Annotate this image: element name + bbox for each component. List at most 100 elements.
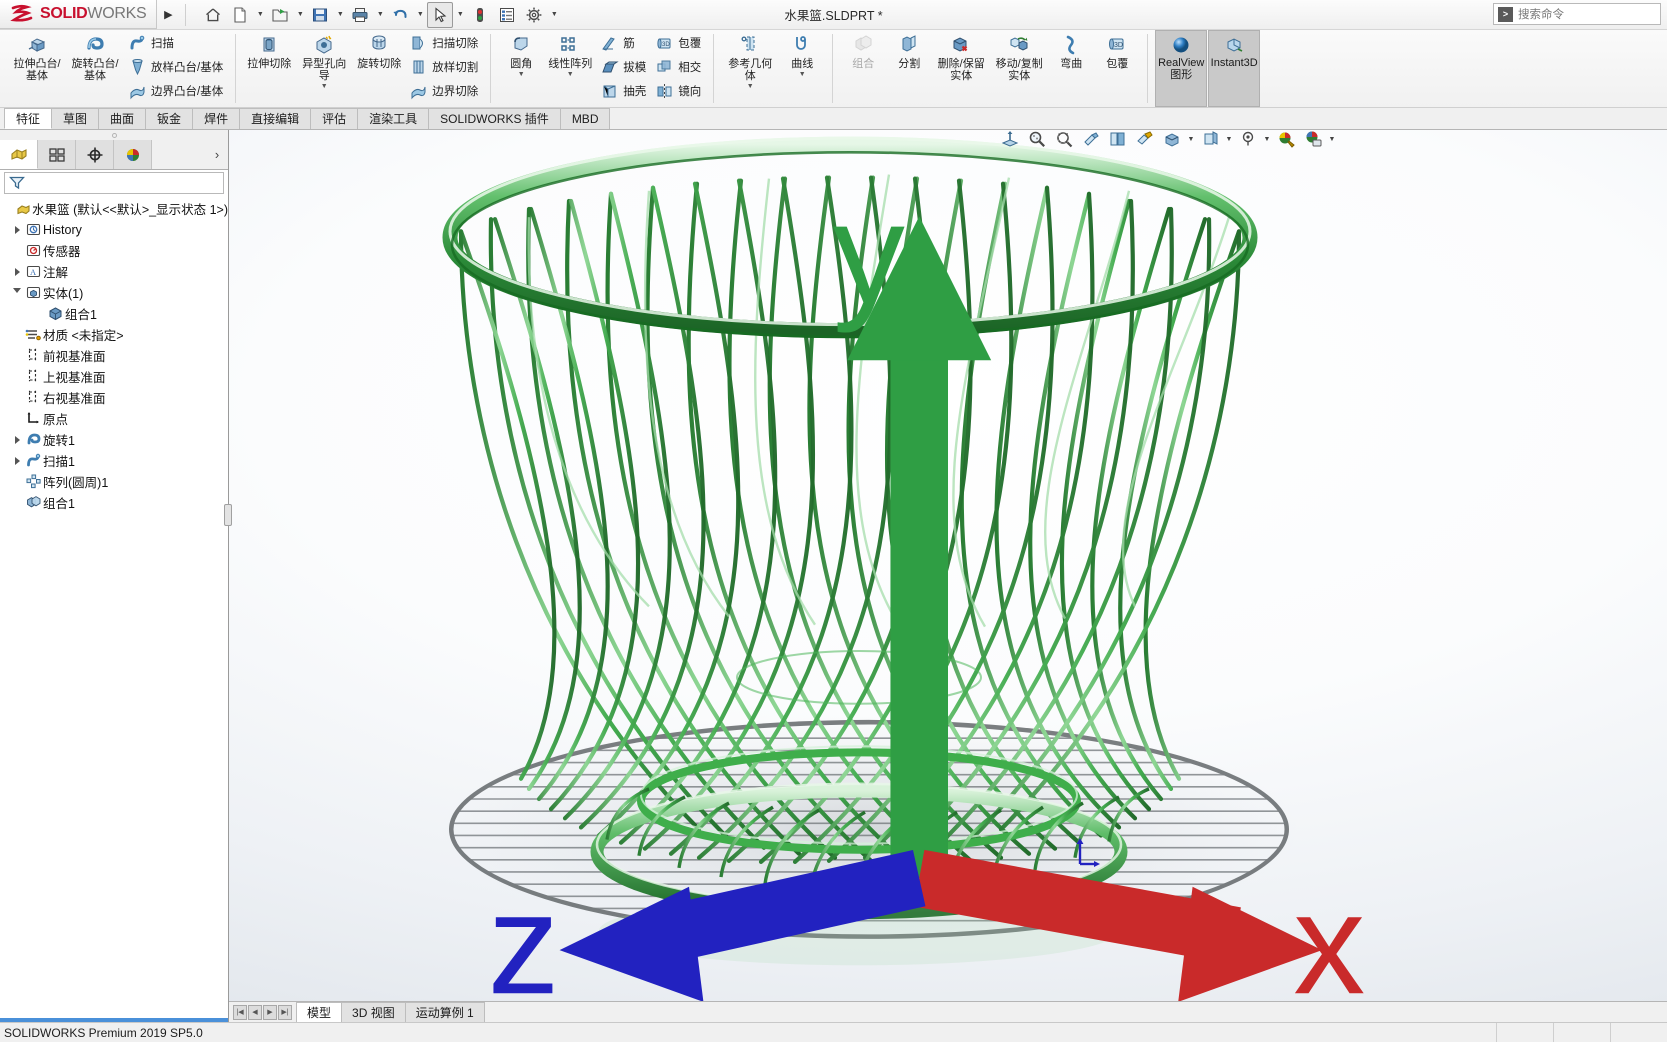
linear-pattern-dropdown-icon[interactable]: ▼ <box>567 71 574 78</box>
hide-show-items-icon[interactable] <box>1159 127 1185 151</box>
tree-item-material[interactable]: 材质 <未指定> <box>0 324 228 345</box>
monitor-display-icon[interactable] <box>1300 127 1326 151</box>
wrap-button[interactable]: 3D 包覆 <box>651 31 706 55</box>
delete-keep-body-button[interactable]: 删除/保留实体 <box>932 30 990 107</box>
options-dropdown-icon[interactable]: ▼ <box>548 11 560 18</box>
next-tab-button[interactable]: ▶ <box>263 1004 277 1020</box>
boundary-boss-button[interactable]: 边界凸台/基体 <box>124 79 228 103</box>
intersect-button[interactable]: 相交 <box>651 55 706 79</box>
configuration-manager-tab[interactable] <box>76 140 114 169</box>
curves-dropdown-icon[interactable]: ▼ <box>799 71 806 78</box>
shell-button[interactable]: 抽壳 <box>596 79 651 103</box>
move-copy-body-button[interactable]: 移动/复制实体 <box>990 30 1048 107</box>
tab-surfaces[interactable]: 曲面 <box>98 108 147 129</box>
display-manager-tab[interactable] <box>114 140 152 169</box>
section-view-icon[interactable] <box>1078 127 1104 151</box>
extrude-boss-button[interactable]: 拉伸凸台/基体 <box>8 30 66 107</box>
twisty[interactable] <box>10 267 24 276</box>
twisty[interactable] <box>10 456 24 465</box>
home-icon[interactable] <box>200 2 226 28</box>
search-commands-box[interactable]: > 搜索命令 <box>1493 3 1661 25</box>
rib-button[interactable]: 筋 <box>596 31 651 55</box>
edit-appearance-icon[interactable] <box>1197 127 1223 151</box>
revolve-cut-button[interactable]: 旋转切除 <box>353 30 405 107</box>
tree-item-revolve1[interactable]: 旋转1 <box>0 429 228 450</box>
mirror-button[interactable]: 镜向 <box>651 79 706 103</box>
tab-features[interactable]: 特征 <box>4 108 53 129</box>
tab-render-tools[interactable]: 渲染工具 <box>357 108 430 129</box>
extrude-cut-button[interactable]: 拉伸切除 <box>243 30 295 107</box>
prev-tab-button[interactable]: ◀ <box>248 1004 262 1020</box>
draft-button[interactable]: 拔模 <box>596 55 651 79</box>
select-dropdown-icon[interactable]: ▼ <box>454 11 466 18</box>
tab-mbd[interactable]: MBD <box>559 108 611 129</box>
display-style-icon[interactable] <box>1132 127 1158 151</box>
gear-icon[interactable] <box>521 2 547 28</box>
tree-item-circular-pattern1[interactable]: 阵列(圆周)1 <box>0 471 228 492</box>
appearance-dropdown-icon[interactable]: ▼ <box>1224 136 1234 143</box>
fillet-button[interactable]: 圆角 ▼ <box>498 30 544 107</box>
panel-grip[interactable] <box>0 130 228 140</box>
tree-item-sweep1[interactable]: 扫描1 <box>0 450 228 471</box>
open-dropdown-icon[interactable]: ▼ <box>294 11 306 18</box>
save-icon[interactable] <box>307 2 333 28</box>
twisty[interactable] <box>10 288 24 297</box>
zoom-to-area-icon[interactable] <box>1024 127 1050 151</box>
revolve-boss-button[interactable]: 旋转凸台/基体 <box>66 30 124 107</box>
view-orientation-icon[interactable] <box>1105 127 1131 151</box>
hole-wizard-dropdown-icon[interactable]: ▼ <box>321 83 328 90</box>
sweep-button[interactable]: 扫描 <box>124 31 228 55</box>
options-list-icon[interactable] <box>494 2 520 28</box>
tree-item-annotations[interactable]: A 注解 <box>0 261 228 282</box>
realview-graphics-toggle[interactable]: RealView 图形 <box>1155 30 1208 107</box>
tab-weldments[interactable]: 焊件 <box>192 108 241 129</box>
solidworks-logo[interactable]: SOLIDWORKS <box>0 0 158 29</box>
tree-item-part[interactable]: 水果篮 (默认<<默认>_显示状态 1>) <box>0 198 228 219</box>
combine-button[interactable]: 组合 <box>840 30 886 107</box>
open-folder-icon[interactable] <box>267 2 293 28</box>
tab-sketch[interactable]: 草图 <box>51 108 100 129</box>
new-document-dropdown-icon[interactable]: ▼ <box>254 11 266 18</box>
tree-item-front-plane[interactable]: 前视基准面 <box>0 345 228 366</box>
hide-show-dropdown-icon[interactable]: ▼ <box>1186 136 1196 143</box>
tab-sheet-metal[interactable]: 钣金 <box>145 108 194 129</box>
reference-geometry-dropdown-icon[interactable]: ▼ <box>747 83 754 90</box>
loft-cut-button[interactable]: 放样切割 <box>405 55 483 79</box>
twisty[interactable] <box>10 435 24 444</box>
bottom-tab-motion-study[interactable]: 运动算例 1 <box>404 1002 485 1022</box>
last-tab-button[interactable]: ▶| <box>278 1004 292 1020</box>
linear-pattern-button[interactable]: 线性阵列 ▼ <box>544 30 596 107</box>
undo-dropdown-icon[interactable]: ▼ <box>414 11 426 18</box>
display-dropdown-icon[interactable]: ▼ <box>1327 136 1337 143</box>
property-manager-tab[interactable] <box>38 140 76 169</box>
rebuild-traffic-light-icon[interactable] <box>467 2 493 28</box>
tree-item-combine1[interactable]: 组合1 <box>0 492 228 513</box>
previous-view-icon[interactable] <box>1051 127 1077 151</box>
tab-evaluate[interactable]: 评估 <box>310 108 359 129</box>
save-dropdown-icon[interactable]: ▼ <box>334 11 346 18</box>
tree-item-history[interactable]: History <box>0 219 228 240</box>
graphics-area[interactable]: y x z |◀ ◀ ▶ ▶| 模型 3D 视图 运动算例 1 <box>229 130 1667 1022</box>
twisty[interactable] <box>10 225 24 234</box>
flex-button[interactable]: 弯曲 <box>1048 30 1094 107</box>
hole-wizard-button[interactable]: 异型孔向导 ▼ <box>295 30 353 107</box>
chevron-right-icon[interactable]: › <box>206 140 228 169</box>
tab-solidworks-addins[interactable]: SOLIDWORKS 插件 <box>428 108 561 129</box>
tree-item-right-plane[interactable]: 右视基准面 <box>0 387 228 408</box>
tree-item-origin[interactable]: 原点 <box>0 408 228 429</box>
panel-resize-handle[interactable] <box>224 504 232 526</box>
wrap-big-button[interactable]: 3D 包覆 <box>1094 30 1140 107</box>
apply-scene-icon[interactable] <box>1235 127 1261 151</box>
feature-tree-tab[interactable] <box>0 140 38 169</box>
menu-expand-caret[interactable]: ▶ <box>157 8 179 21</box>
zoom-to-fit-icon[interactable] <box>997 127 1023 151</box>
loft-boss-button[interactable]: 放样凸台/基体 <box>124 55 228 79</box>
fillet-dropdown-icon[interactable]: ▼ <box>518 71 525 78</box>
reference-geometry-button[interactable]: 参考几何体 ▼ <box>721 30 779 107</box>
view-settings-icon[interactable] <box>1273 127 1299 151</box>
scene-dropdown-icon[interactable]: ▼ <box>1262 136 1272 143</box>
print-icon[interactable] <box>347 2 373 28</box>
tree-item-top-plane[interactable]: 上视基准面 <box>0 366 228 387</box>
tab-direct-editing[interactable]: 直接编辑 <box>239 108 312 129</box>
tree-item-body[interactable]: 组合1 <box>0 303 228 324</box>
